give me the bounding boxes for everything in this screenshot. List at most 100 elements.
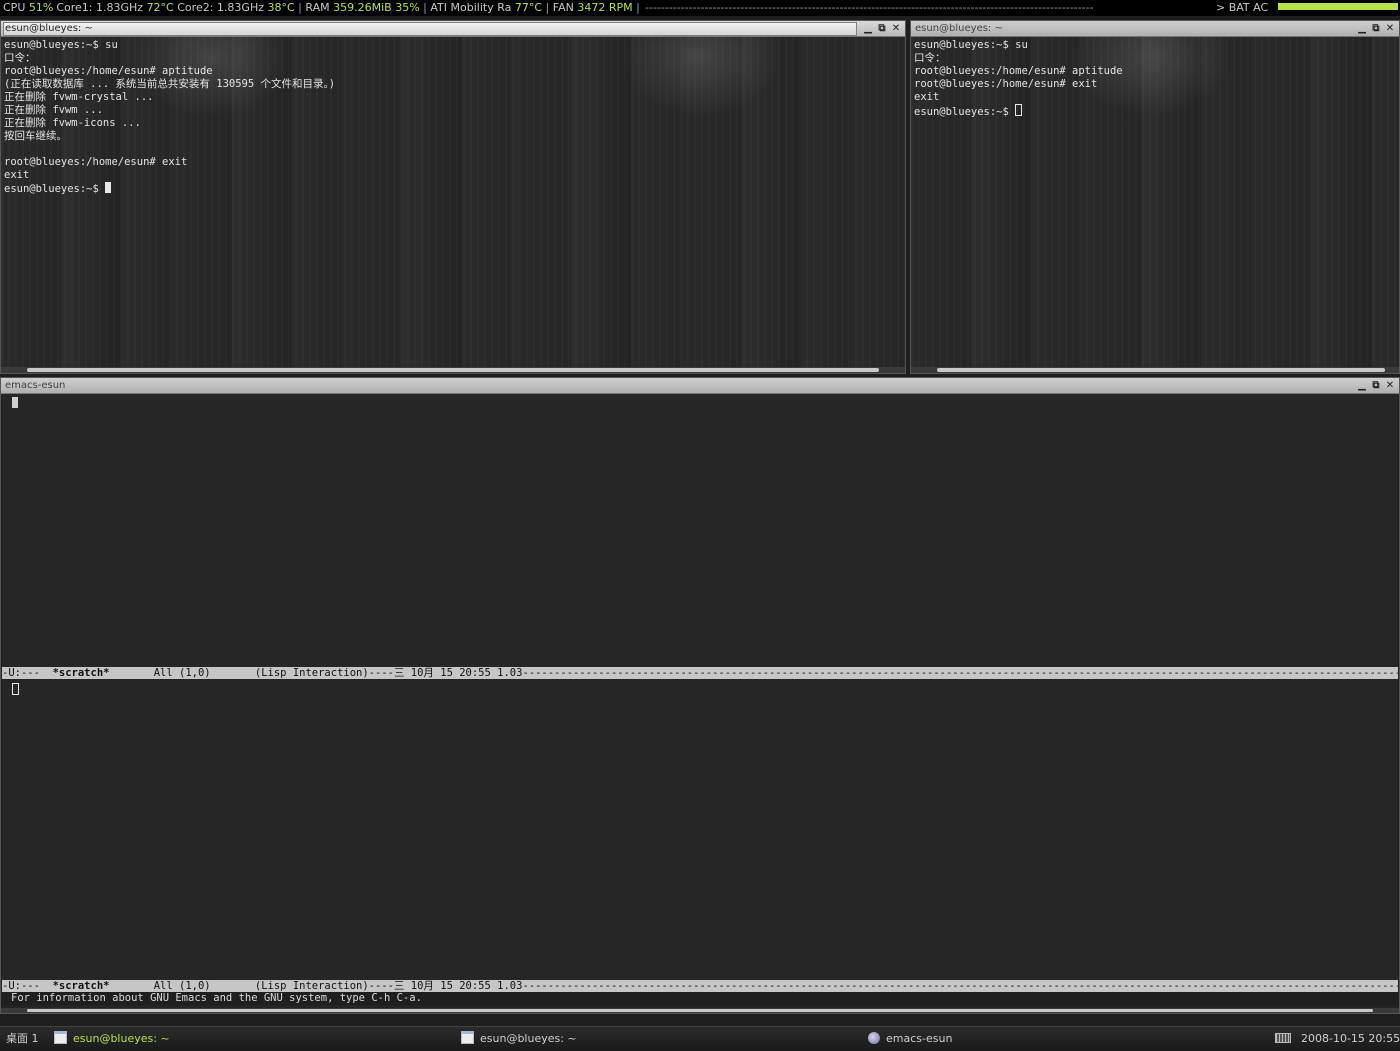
maximize-icon[interactable]: ⧉ xyxy=(875,21,889,36)
emacs-icon xyxy=(868,1032,880,1044)
ram-label: RAM xyxy=(305,1,330,14)
terminal-lines: esun@blueyes:~$ su 口令： root@blueyes:/hom… xyxy=(914,39,1123,103)
task-button-emacs[interactable]: emacs-esun xyxy=(868,1027,952,1051)
window-title: esun@blueyes: ~ xyxy=(5,23,93,34)
window-controls: ▁ ⧉ ✕ xyxy=(1355,21,1397,36)
terminal-line: root@blueyes:/home/esun# exit xyxy=(4,156,188,168)
terminal-prompt: esun@blueyes:~$ xyxy=(914,106,1016,118)
close-icon[interactable]: ✕ xyxy=(1383,21,1397,36)
core2-indicator: Core2: 1.83GHz 38°C xyxy=(177,1,294,14)
titlebar[interactable]: emacs-esun ▁ ⧉ ✕ xyxy=(1,378,1399,394)
emacs-window[interactable]: emacs-esun ▁ ⧉ ✕ -U:--- *scratch* All (1,0… xyxy=(0,377,1400,1014)
text-cursor xyxy=(1015,104,1023,116)
terminal-line: 口令： xyxy=(4,52,36,64)
terminal-line: esun@blueyes:~$ su xyxy=(4,39,118,51)
modeline-position: All (1,0) xyxy=(109,980,255,992)
terminal-window-icon xyxy=(54,1031,67,1044)
separator: | xyxy=(423,1,427,14)
minimize-icon[interactable]: ▁ xyxy=(861,21,875,36)
terminal-line: 正在删除 fvwm ... xyxy=(4,104,103,116)
minimize-icon[interactable]: ▁ xyxy=(1355,378,1369,393)
core1-temperature: 72°C xyxy=(146,1,174,14)
terminal-line: root@blueyes:/home/esun# aptitude xyxy=(914,65,1123,77)
cpu-indicator: CPU 51% xyxy=(0,0,56,16)
separator: | xyxy=(636,1,640,14)
terminal-line: esun@blueyes:~$ su xyxy=(914,39,1028,51)
fan-indicator: FAN 3472 RPM xyxy=(553,1,633,14)
terminal-line: 正在删除 fvwm-icons ... xyxy=(4,117,141,129)
taskbar: 桌面 1 esun@blueyes: ~ esun@blueyes: ~ ema… xyxy=(0,1026,1400,1051)
fan-label: FAN xyxy=(552,1,574,14)
task-label: emacs-esun xyxy=(886,1032,953,1045)
terminal-window-left[interactable]: esun@blueyes: ~ ▁ ⧉ ✕ esun@blueyes:~$ su 口… xyxy=(0,20,906,374)
titlebar[interactable]: esun@blueyes: ~ ▁ ⧉ ✕ xyxy=(1,21,905,37)
core1-indicator: Core1: 1.83GHz 72°C xyxy=(56,1,173,14)
fan-unit: RPM xyxy=(608,1,633,14)
scrollbar-thumb[interactable] xyxy=(27,1009,1373,1012)
window-title: esun@blueyes: ~ xyxy=(915,23,1003,34)
scrollbar-thumb[interactable] xyxy=(937,368,1385,372)
emacs-echo-area: For information about GNU Emacs and the … xyxy=(2,992,1398,1005)
clock[interactable]: 2008-10-15 20:55 xyxy=(1301,1027,1400,1051)
modeline-filler: ----------------------------------------… xyxy=(522,667,1398,679)
horizontal-scrollbar[interactable] xyxy=(1,367,905,373)
battery-indicator: > BAT AC xyxy=(1216,0,1268,16)
network-icon-tray[interactable] xyxy=(1275,1027,1297,1051)
desktop-pager[interactable]: 桌面 1 xyxy=(6,1027,39,1051)
gpu-temperature: 77°C xyxy=(514,1,543,14)
close-icon[interactable]: ✕ xyxy=(889,21,903,36)
modeline-buffer-name: *scratch* xyxy=(52,667,110,679)
terminal-line: 按回车继续。 xyxy=(4,130,67,142)
emacs-buffer-top[interactable] xyxy=(2,394,1398,667)
horizontal-scrollbar[interactable] xyxy=(911,367,1399,373)
network-icon xyxy=(1275,1033,1291,1043)
terminal-window-right[interactable]: esun@blueyes: ~ ▁ ⧉ ✕ esun@blueyes:~$ su 口… xyxy=(910,20,1400,374)
window-controls: ▁ ⧉ ✕ xyxy=(1355,378,1397,393)
title-highlight xyxy=(3,22,857,36)
terminal-line: 口令： xyxy=(914,52,946,64)
ram-percent: 35% xyxy=(395,1,420,14)
task-button-terminal-1[interactable]: esun@blueyes: ~ xyxy=(54,1027,170,1051)
modeline-status: -U:--- xyxy=(2,667,53,679)
terminal-prompt: esun@blueyes:~$ xyxy=(4,183,106,195)
scrollbar-thumb[interactable] xyxy=(27,368,879,372)
titlebar[interactable]: esun@blueyes: ~ ▁ ⧉ ✕ xyxy=(911,21,1399,37)
modeline-mode: (Lisp Interaction)----三 10月 15 20:55 1.0… xyxy=(254,667,523,679)
minimize-icon[interactable]: ▁ xyxy=(1355,21,1369,36)
maximize-icon[interactable]: ⧉ xyxy=(1369,21,1383,36)
emacs-buffer-bottom[interactable] xyxy=(2,680,1398,980)
task-button-terminal-2[interactable]: esun@blueyes: ~ xyxy=(461,1027,577,1051)
core2-temperature: 38°C xyxy=(267,1,295,14)
ram-indicator: RAM 359.26MiB 35% xyxy=(305,1,419,14)
text-cursor xyxy=(12,397,18,408)
terminal-text: esun@blueyes:~$ su 口令： root@blueyes:/hom… xyxy=(4,39,335,196)
core2-label: Core2: xyxy=(177,1,214,14)
close-icon[interactable]: ✕ xyxy=(1383,378,1397,393)
window-title: emacs-esun xyxy=(5,380,66,391)
text-cursor xyxy=(105,182,112,193)
status-filler: ----------------------------------------… xyxy=(645,1,1094,14)
modeline-mode: (Lisp Interaction)----三 10月 15 20:55 1.0… xyxy=(254,980,523,992)
cpu-label: CPU xyxy=(3,1,26,14)
status-bar: CPU 51% Core1: 1.83GHz 72°C Core2: 1.83GH… xyxy=(0,0,1400,16)
modeline-buffer-name: *scratch* xyxy=(52,980,110,992)
maximize-icon[interactable]: ⧉ xyxy=(1369,378,1383,393)
cpu-value: 51% xyxy=(28,1,54,14)
terminal-window-icon xyxy=(461,1031,474,1044)
core1-label: Core1: xyxy=(56,1,93,14)
terminal-text: esun@blueyes:~$ su 口令： root@blueyes:/hom… xyxy=(914,39,1123,119)
battery-label: BAT xyxy=(1228,1,1250,14)
window-controls: ▁ ⧉ ✕ xyxy=(861,21,903,36)
emacs-modeline-bottom: -U:--- *scratch* All (1,0) (Lisp Interac… xyxy=(2,980,1398,992)
terminal-line: exit xyxy=(914,91,940,103)
modeline-position: All (1,0) xyxy=(109,667,255,679)
horizontal-scrollbar[interactable] xyxy=(1,1008,1399,1013)
gpu-indicator: ATI Mobility Ra 77°C xyxy=(430,1,542,14)
gpu-label: ATI Mobility Ra xyxy=(430,1,512,14)
terminal-output[interactable]: esun@blueyes:~$ su 口令： root@blueyes:/hom… xyxy=(911,37,1399,367)
terminal-output[interactable]: esun@blueyes:~$ su 口令： root@blueyes:/hom… xyxy=(1,37,905,367)
arrow-icon: > xyxy=(1216,1,1226,14)
terminal-line: (正在读取数据库 ... 系统当前总共安装有 130595 个文件和目录。) xyxy=(4,78,336,90)
terminal-line: root@blueyes:/home/esun# aptitude xyxy=(4,65,213,77)
emacs-modeline-top: -U:--- *scratch* All (1,0) (Lisp Interac… xyxy=(2,667,1398,679)
